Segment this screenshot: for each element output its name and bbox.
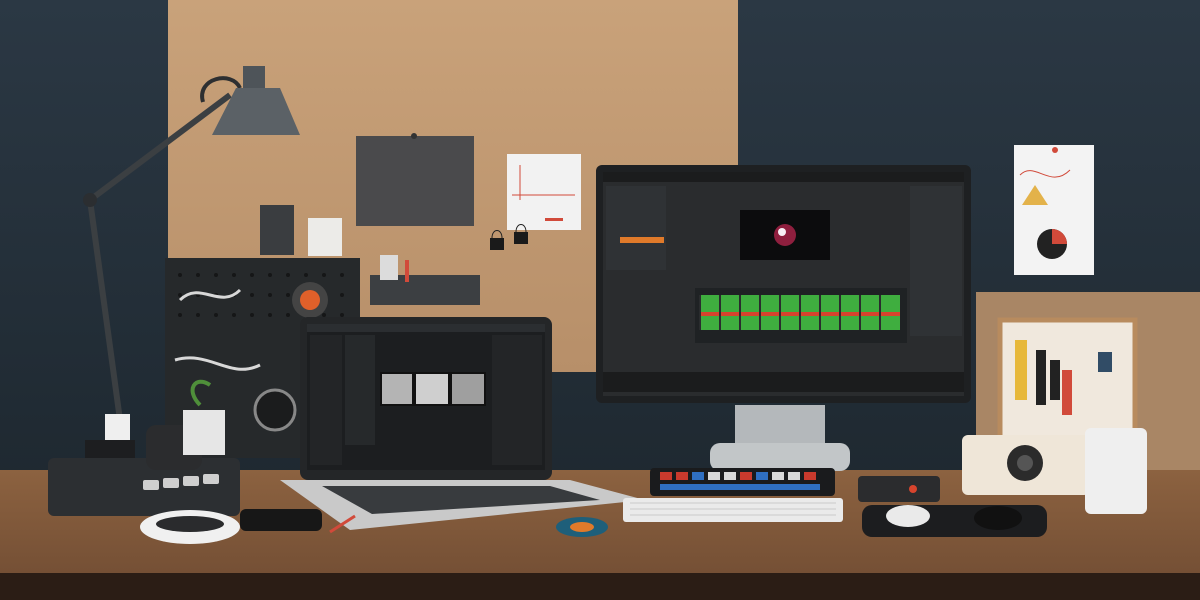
laptop [280,317,645,530]
scene-svg [48,66,1147,544]
pinned-dark-note [356,133,474,226]
desktop-monitor [596,165,971,471]
pinned-chart-paper [507,154,581,230]
desk-workspace-scene [0,0,1200,600]
poster-pie-chart [1014,145,1094,275]
editing-keyboard [623,468,843,522]
